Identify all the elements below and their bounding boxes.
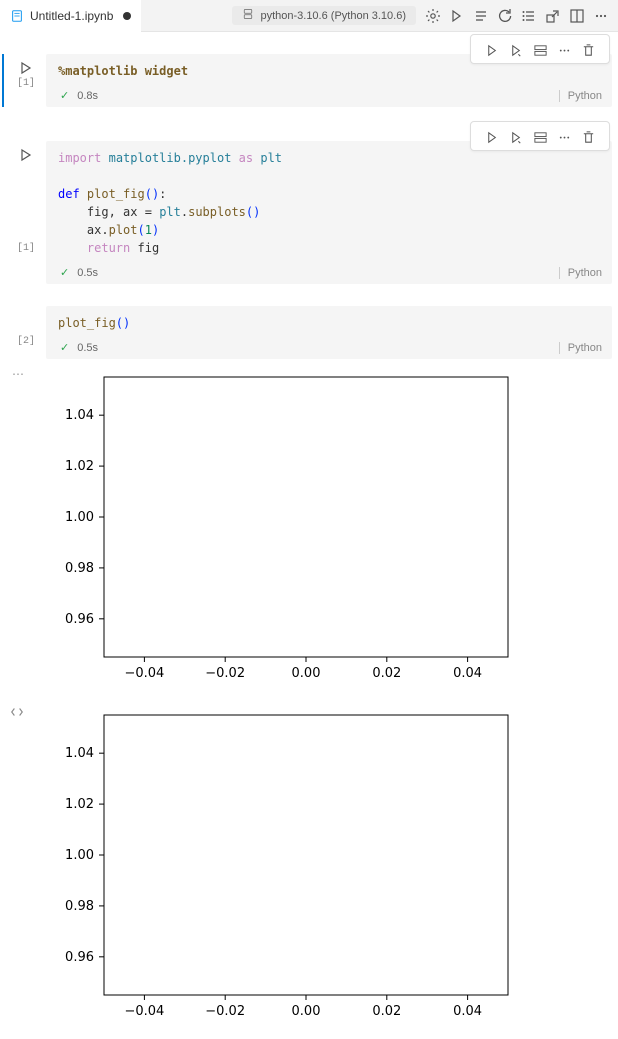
cell-more-icon[interactable]: [553, 39, 575, 61]
check-icon: ✓: [60, 89, 69, 102]
cell-gutter: [2]: [6, 306, 46, 359]
run-by-line-icon[interactable]: [505, 39, 527, 61]
language-label[interactable]: Python: [559, 90, 602, 102]
run-button-icon[interactable]: [18, 147, 34, 163]
code-editor[interactable]: plot_fig(): [46, 306, 612, 338]
svg-text:0.02: 0.02: [372, 1004, 401, 1019]
matplotlib-figure[interactable]: −0.04 −0.02 0.00 0.02 0.04 0.96 0.98 1.00 1.02 1.…: [46, 701, 618, 1031]
svg-text:1.02: 1.02: [65, 459, 94, 474]
execution-time: 0.5s: [77, 267, 98, 279]
svg-text:−0.02: −0.02: [205, 666, 245, 681]
split-cell-icon[interactable]: [529, 39, 551, 61]
dirty-indicator-icon: [123, 12, 131, 20]
execution-count: [1]: [17, 78, 35, 89]
svg-text:1.00: 1.00: [65, 848, 94, 863]
code-output-icon[interactable]: [10, 705, 24, 722]
cell-status: ✓ 0.8s Python: [46, 86, 612, 107]
code-cell[interactable]: [1] import matplotlib.pyplot as plt def …: [6, 141, 612, 284]
run-all-icon[interactable]: [446, 5, 468, 27]
variables-icon[interactable]: [518, 5, 540, 27]
svg-text:0.96: 0.96: [65, 950, 94, 965]
kernel-label: python-3.10.6 (Python 3.10.6): [260, 10, 406, 22]
cell-output: −0.04 −0.02 0.00 0.02 0.04 0.96 0.98 1.00 1.02 1.…: [0, 363, 618, 693]
execution-time: 0.8s: [77, 90, 98, 102]
cell-output: −0.04 −0.02 0.00 0.02 0.04 0.96 0.98 1.00 1.02 1.…: [0, 701, 618, 1031]
cell-toolbar: [470, 121, 610, 151]
cell-gutter: [1]: [6, 141, 46, 284]
check-icon: ✓: [60, 266, 69, 279]
svg-text:1.04: 1.04: [65, 746, 94, 761]
code-editor[interactable]: import matplotlib.pyplot as plt def plot…: [46, 141, 612, 263]
server-icon: [242, 8, 254, 23]
svg-text:−0.04: −0.04: [124, 666, 164, 681]
execution-time: 0.5s: [77, 342, 98, 354]
run-cell-icon[interactable]: [481, 126, 503, 148]
svg-text:0.00: 0.00: [292, 666, 321, 681]
run-cell-icon[interactable]: [481, 39, 503, 61]
svg-text:0.02: 0.02: [372, 666, 401, 681]
svg-text:0.04: 0.04: [453, 666, 482, 681]
notebook-body: [1] %matplotlib widget ✓ 0.8s Python: [0, 32, 618, 1031]
language-label[interactable]: Python: [559, 342, 602, 354]
svg-text:1.00: 1.00: [65, 510, 94, 525]
notebook-icon: [10, 9, 24, 23]
cell-status: ✓ 0.5s Python: [46, 338, 612, 359]
svg-text:0.96: 0.96: [65, 612, 94, 627]
svg-text:−0.02: −0.02: [205, 1004, 245, 1019]
language-label[interactable]: Python: [559, 267, 602, 279]
check-icon: ✓: [60, 341, 69, 354]
tab-title: Untitled-1.ipynb: [30, 9, 113, 23]
cell-status: ✓ 0.5s Python: [46, 263, 612, 284]
code-text: %matplotlib widget: [58, 64, 188, 78]
tab-notebook[interactable]: Untitled-1.ipynb: [0, 0, 141, 32]
code-cell[interactable]: [2] plot_fig() ✓ 0.5s Python: [6, 306, 612, 359]
collapse-output-icon[interactable]: ⋯: [12, 367, 24, 381]
restart-icon[interactable]: [494, 5, 516, 27]
run-button-icon[interactable]: [18, 60, 34, 76]
settings-icon[interactable]: [422, 5, 444, 27]
execution-count: [1]: [17, 243, 35, 254]
svg-text:0.98: 0.98: [65, 561, 94, 576]
cell-more-icon[interactable]: [553, 126, 575, 148]
delete-cell-icon[interactable]: [577, 126, 599, 148]
cell-toolbar: [470, 34, 610, 64]
editor-toolbar: python-3.10.6 (Python 3.10.6): [232, 5, 618, 27]
svg-text:1.02: 1.02: [65, 797, 94, 812]
run-by-line-icon[interactable]: [505, 126, 527, 148]
split-editor-icon[interactable]: [566, 5, 588, 27]
svg-text:1.04: 1.04: [65, 408, 94, 423]
matplotlib-figure[interactable]: −0.04 −0.02 0.00 0.02 0.04 0.96 0.98 1.00 1.02 1.…: [46, 363, 618, 693]
svg-text:−0.04: −0.04: [124, 1004, 164, 1019]
svg-text:0.98: 0.98: [65, 899, 94, 914]
delete-cell-icon[interactable]: [577, 39, 599, 61]
svg-text:0.04: 0.04: [453, 1004, 482, 1019]
tab-bar: Untitled-1.ipynb python-3.10.6 (Python 3…: [0, 0, 618, 32]
execution-count: [2]: [17, 336, 35, 347]
kernel-selector[interactable]: python-3.10.6 (Python 3.10.6): [232, 6, 416, 25]
outline-icon[interactable]: [470, 5, 492, 27]
cell-gutter: [1]: [6, 54, 46, 107]
more-icon[interactable]: [590, 5, 612, 27]
export-icon[interactable]: [542, 5, 564, 27]
svg-text:0.00: 0.00: [292, 1004, 321, 1019]
split-cell-icon[interactable]: [529, 126, 551, 148]
